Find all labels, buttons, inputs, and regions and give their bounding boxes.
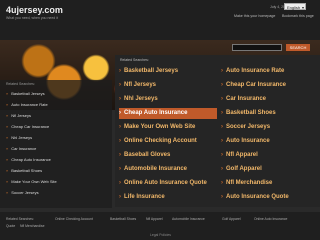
arrow-icon: › <box>119 138 121 144</box>
sidebar-title: Related Searches: <box>6 82 35 86</box>
arrow-icon: › <box>221 138 223 144</box>
panel-title: Related Searches: <box>120 58 149 62</box>
result-link[interactable]: › Nhl Jerseys <box>119 94 217 105</box>
footer-link[interactable]: Quote <box>6 224 15 228</box>
sidebar: Related Searches: » Basketball Jerseys » A… <box>0 80 112 208</box>
sidebar-item[interactable]: » Cheap Car Insurance <box>6 122 106 132</box>
sidebar-item[interactable]: » Cheap Auto Insurance <box>6 155 106 165</box>
arrow-icon: › <box>119 194 121 200</box>
result-link[interactable]: › Nfl Jerseys <box>119 80 217 91</box>
sidebar-item[interactable]: » Basketball Shoes <box>6 166 106 176</box>
arrow-icon: › <box>119 124 121 130</box>
result-link[interactable]: › Life Insurance <box>119 192 217 203</box>
arrow-icon: › <box>221 110 223 116</box>
result-link[interactable]: › Car Insurance <box>221 94 319 105</box>
result-link[interactable]: › Online Auto Insurance Quote <box>119 178 217 189</box>
footer-link[interactable]: Automobile Insurance <box>172 217 205 221</box>
arrow-icon: › <box>221 124 223 130</box>
chevron-right-icon: » <box>6 157 9 162</box>
arrow-icon: › <box>119 180 121 186</box>
arrow-icon: › <box>119 82 121 88</box>
footer-link[interactable]: Nfl Apparel <box>146 217 163 221</box>
arrow-icon: › <box>119 152 121 158</box>
bookmark-link[interactable]: Bookmark this page <box>282 14 314 18</box>
result-link[interactable]: › Nfl Merchandise <box>221 178 319 189</box>
sidebar-item[interactable]: » Car Insurance <box>6 144 106 154</box>
chevron-right-icon: » <box>6 124 9 129</box>
chevron-right-icon: » <box>6 190 9 195</box>
footer-link[interactable]: Nfl Merchandise <box>20 224 45 228</box>
sidebar-item[interactable]: » Soccer Jerseys <box>6 188 106 198</box>
result-link[interactable]: › Auto Insurance Rate <box>221 66 319 77</box>
arrow-icon: › <box>221 180 223 186</box>
legal-link[interactable]: Legal Policies <box>150 233 171 237</box>
chevron-right-icon: » <box>6 179 9 184</box>
result-link[interactable]: › Golf Apparel <box>221 164 319 175</box>
chevron-right-icon: » <box>6 135 9 140</box>
chevron-right-icon: » <box>6 113 9 118</box>
result-link[interactable]: › Online Checking Account <box>119 136 217 147</box>
language-value: English <box>287 5 301 10</box>
result-link[interactable]: › Cheap Car Insurance <box>221 80 319 91</box>
homepage-link[interactable]: Make this your homepage <box>234 14 275 18</box>
result-link-active[interactable]: › Cheap Auto Insurance <box>119 108 217 119</box>
result-link[interactable]: › Basketball Jerseys <box>119 66 217 77</box>
result-link[interactable]: › Auto Insurance Quote <box>221 192 319 203</box>
related-searches-panel: Related Searches: › Basketball Jerseys › N… <box>115 55 320 207</box>
arrow-icon: › <box>119 96 121 102</box>
result-link[interactable]: › Baseball Gloves <box>119 150 217 161</box>
footer: Related Searches: Online Checking Accoun… <box>0 212 320 240</box>
footer-label: Related Searches: <box>6 217 34 221</box>
arrow-icon: › <box>221 82 223 88</box>
result-link[interactable]: › Basketball Shoes <box>221 108 319 119</box>
search-input[interactable] <box>232 44 282 51</box>
result-link[interactable]: › Nfl Apparel <box>221 150 319 161</box>
header: 4ujersey.com What you need, when you nee… <box>0 0 320 40</box>
arrow-icon: › <box>119 166 121 172</box>
search-button[interactable]: SEARCH <box>286 44 310 51</box>
footer-link[interactable]: Golf Apparel <box>222 217 241 221</box>
result-link[interactable]: › Automobile Insurance <box>119 164 217 175</box>
sidebar-item[interactable]: » Auto Insurance Rate <box>6 100 106 110</box>
arrow-icon: › <box>221 68 223 74</box>
tagline: What you need, when you need it <box>6 16 58 20</box>
search-bar: SEARCH <box>232 43 320 52</box>
sidebar-item[interactable]: » Nfl Jerseys <box>6 111 106 121</box>
footer-link[interactable]: Online Auto Insurance <box>254 217 287 221</box>
arrow-icon: › <box>119 110 121 116</box>
chevron-right-icon: » <box>6 91 9 96</box>
result-link[interactable]: › Soccer Jerseys <box>221 122 319 133</box>
sidebar-item[interactable]: » Nhl Jerseys <box>6 133 106 143</box>
arrow-icon: › <box>221 166 223 172</box>
chevron-right-icon: » <box>6 102 9 107</box>
result-link[interactable]: › Make Your Own Web Site <box>119 122 217 133</box>
language-select[interactable]: English ▾ <box>284 3 306 10</box>
chevron-right-icon: » <box>6 146 9 151</box>
chevron-down-icon: ▾ <box>301 5 304 10</box>
arrow-icon: › <box>221 194 223 200</box>
sidebar-item[interactable]: » Basketball Jerseys <box>6 89 106 99</box>
arrow-icon: › <box>119 68 121 74</box>
sidebar-item[interactable]: » Make Your Own Web Site <box>6 177 106 187</box>
footer-link[interactable]: Basketball Shoes <box>110 217 136 221</box>
site-title[interactable]: 4ujersey.com <box>6 5 63 15</box>
chevron-right-icon: » <box>6 168 9 173</box>
footer-link[interactable]: Online Checking Account <box>55 217 93 221</box>
result-link[interactable]: › Auto Insurance <box>221 136 319 147</box>
arrow-icon: › <box>221 96 223 102</box>
arrow-icon: › <box>221 152 223 158</box>
